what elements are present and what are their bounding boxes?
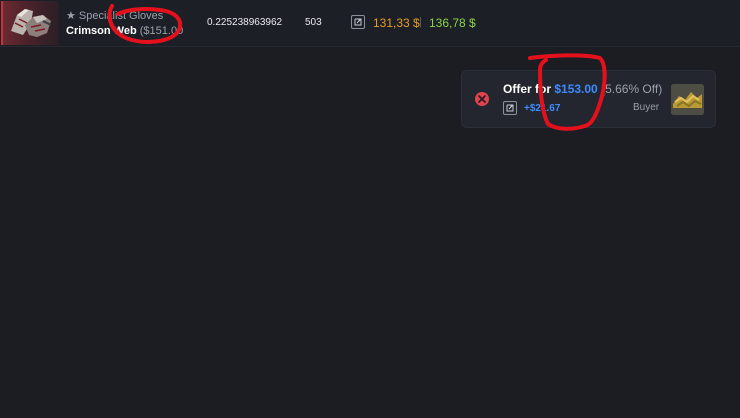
page: ★ Specialist Gloves Crimson Web ($151.00… (0, 0, 740, 418)
listing-count: 503 (305, 17, 322, 28)
item-price: ($151.00 (139, 25, 184, 37)
offer-amount: $153.00 (554, 82, 598, 96)
offer-line: Offer for $153.00 (5.66% Off) (503, 82, 662, 96)
item-name-line: Crimson Web ($151.00 (66, 24, 196, 39)
price-low: 131,33 $ (373, 16, 420, 30)
item-row[interactable]: ★ Specialist Gloves Crimson Web ($151.00… (0, 0, 740, 47)
item-name-block: ★ Specialist Gloves Crimson Web ($151.00 (66, 10, 196, 39)
buyer-avatar[interactable] (671, 84, 704, 115)
offer-external-link-icon[interactable] (503, 101, 517, 115)
item-name: Crimson Web (66, 25, 137, 37)
close-circle-icon[interactable] (475, 92, 489, 106)
float-value: 0.225238963962 (207, 17, 283, 28)
offer-prefix: Offer for (503, 82, 551, 96)
external-link-icon[interactable] (351, 15, 365, 29)
offer-difference: +$21.67 (524, 103, 561, 114)
offer-card[interactable]: Offer for $153.00 (5.66% Off) +$21.67 Bu… (461, 70, 716, 128)
price-separator: | (419, 16, 422, 28)
annotation-marks (107, 4, 607, 131)
item-thumbnail (1, 1, 59, 45)
item-type: ★ Specialist Gloves (66, 10, 164, 22)
offer-discount: (5.66% Off) (601, 82, 663, 96)
offer-role: Buyer (633, 102, 660, 113)
price-high: 136,78 $ (429, 16, 476, 30)
